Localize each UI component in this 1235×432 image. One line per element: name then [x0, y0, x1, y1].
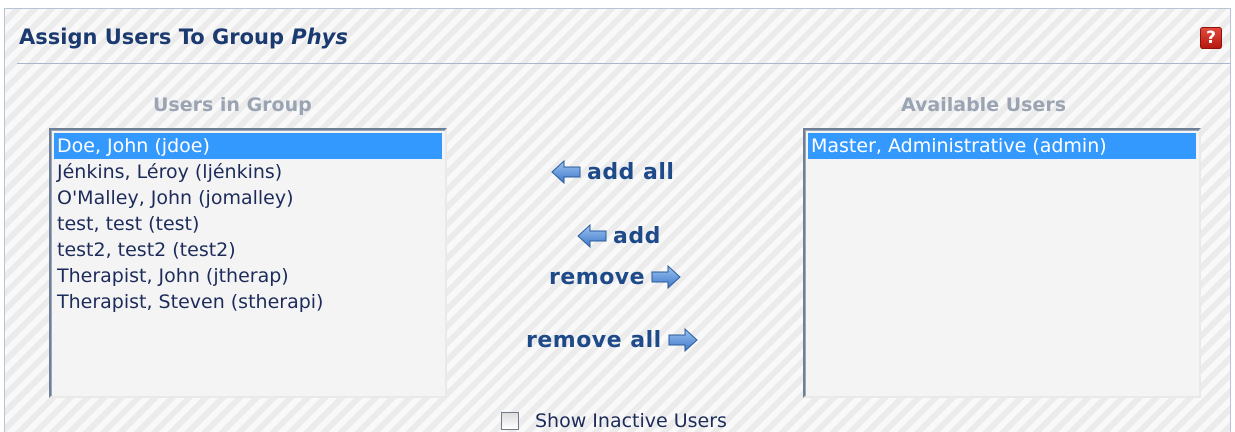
remove-label: remove [549, 264, 646, 290]
assign-users-panel: Assign Users To Group Phys ? Users in Gr… [4, 8, 1231, 432]
title-prefix: Assign Users To Group [19, 25, 292, 49]
users-in-group-listbox[interactable]: Doe, John (jdoe) Jénkins, Léroy (ljénkins… [49, 128, 447, 398]
group-user-item[interactable]: Jénkins, Léroy (ljénkins) [54, 159, 442, 185]
arrow-right-icon [651, 264, 681, 290]
show-inactive-label: Show Inactive Users [535, 410, 727, 432]
show-inactive-row: Show Inactive Users [501, 410, 727, 432]
remove-all-label: remove all [526, 327, 662, 353]
add-button[interactable]: add [577, 223, 661, 249]
help-label: ? [1206, 28, 1216, 48]
group-user-item[interactable]: Therapist, John (jtherap) [54, 263, 442, 289]
arrow-right-icon [668, 327, 698, 353]
available-user-item[interactable]: Master, Administrative (admin) [808, 133, 1196, 159]
available-users-list: Master, Administrative (admin) [808, 133, 1196, 159]
group-user-item[interactable]: O'Malley, John (jomalley) [54, 185, 442, 211]
users-in-group-heading: Users in Group [153, 94, 312, 116]
group-user-item[interactable]: Therapist, Steven (stherapi) [54, 289, 442, 315]
remove-button[interactable]: remove [549, 264, 681, 290]
group-name: Phys [291, 25, 348, 49]
add-all-label: add all [587, 159, 675, 185]
help-icon[interactable]: ? [1200, 27, 1222, 49]
add-label: add [613, 223, 661, 249]
remove-all-button[interactable]: remove all [526, 327, 698, 353]
title-divider [17, 63, 1230, 64]
users-in-group-list: Doe, John (jdoe) Jénkins, Léroy (ljénkins… [54, 133, 442, 315]
arrow-left-icon [551, 159, 581, 185]
arrow-left-icon [577, 223, 607, 249]
show-inactive-checkbox[interactable] [501, 412, 519, 430]
group-user-item[interactable]: test, test (test) [54, 211, 442, 237]
panel-title: Assign Users To Group Phys [19, 25, 348, 49]
available-users-listbox[interactable]: Master, Administrative (admin) [803, 128, 1201, 398]
available-users-heading: Available Users [901, 94, 1066, 116]
group-user-item[interactable]: Doe, John (jdoe) [54, 133, 442, 159]
add-all-button[interactable]: add all [551, 159, 674, 185]
group-user-item[interactable]: test2, test2 (test2) [54, 237, 442, 263]
